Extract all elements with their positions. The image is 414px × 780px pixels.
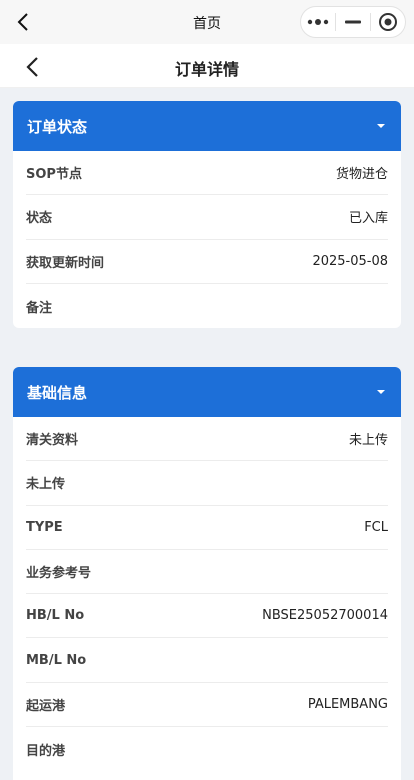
list-item: 目的港: [26, 727, 388, 771]
field-value: 未上传: [348, 433, 388, 449]
list-item: 状态 已入库: [26, 195, 388, 240]
page-content[interactable]: 订单状态 SOP节点 货物进仓 状态 已入库 获取更新时间 2025-05-08…: [0, 88, 414, 780]
list-item: 备注: [26, 284, 388, 328]
list-item: 起运港 PALEMBANG: [26, 683, 388, 728]
field-label: SOP节点: [26, 167, 82, 183]
list-item: 获取更新时间 2025-05-08: [26, 240, 388, 284]
order-status-card: 订单状态 SOP节点 货物进仓 状态 已入库 获取更新时间 2025-05-08…: [13, 101, 401, 329]
field-value: 2025-05-08: [312, 253, 388, 269]
field-value: NBSE25052700014: [262, 608, 388, 624]
list-item: HB/L No NBSE25052700014: [26, 594, 388, 639]
field-label: MB/L No: [26, 652, 87, 668]
field-label: 业务参考号: [26, 566, 92, 582]
close-target-icon: [379, 13, 397, 31]
mini-program-top-bar: 首页: [0, 0, 414, 44]
field-value: 货物进仓: [335, 167, 388, 183]
field-label: 目的港: [26, 743, 66, 759]
order-status-header[interactable]: 订单状态: [13, 101, 401, 151]
capsule-menu: [300, 6, 406, 38]
field-label: 清关资料: [26, 433, 79, 449]
order-status-list: SOP节点 货物进仓 状态 已入库 获取更新时间 2025-05-08 备注: [13, 151, 401, 328]
field-label: 起运港: [26, 698, 66, 714]
list-item: TYPE FCL: [26, 506, 388, 550]
field-label: 备注: [26, 300, 53, 316]
field-label: 获取更新时间: [26, 255, 105, 271]
field-value: PALEMBANG: [307, 696, 388, 712]
field-label: TYPE: [26, 519, 63, 535]
field-value: FCL: [364, 519, 388, 535]
minimize-button[interactable]: [336, 7, 370, 37]
field-value: 已入库: [348, 211, 388, 227]
more-button[interactable]: [301, 7, 335, 37]
basic-info-header[interactable]: 基础信息: [13, 367, 401, 417]
list-item: MB/L No: [26, 638, 388, 683]
more-dots-icon: [307, 19, 329, 25]
field-label: HB/L No: [26, 608, 85, 624]
field-label: 未上传: [26, 477, 66, 493]
basic-info-title: 基础信息: [27, 383, 88, 402]
list-item: SOP节点 货物进仓: [26, 151, 388, 196]
order-status-title: 订单状态: [27, 117, 88, 136]
list-item: 未上传: [26, 461, 388, 506]
list-item: 业务参考号: [26, 550, 388, 595]
field-label: 状态: [26, 211, 53, 227]
page-nav-bar: 订单详情: [0, 44, 414, 88]
page-title: 订单详情: [174, 60, 239, 79]
close-button[interactable]: [371, 7, 405, 37]
minimize-icon: [345, 20, 361, 24]
caret-down-icon: [377, 124, 385, 128]
caret-down-icon: [377, 390, 385, 394]
list-item: 清关资料 未上传: [26, 417, 388, 462]
basic-info-card: 基础信息 清关资料 未上传 未上传 TYPE FCL 业务参考号 HB/L No: [13, 367, 401, 780]
basic-info-list: 清关资料 未上传 未上传 TYPE FCL 业务参考号 HB/L No NBSE…: [13, 417, 401, 771]
